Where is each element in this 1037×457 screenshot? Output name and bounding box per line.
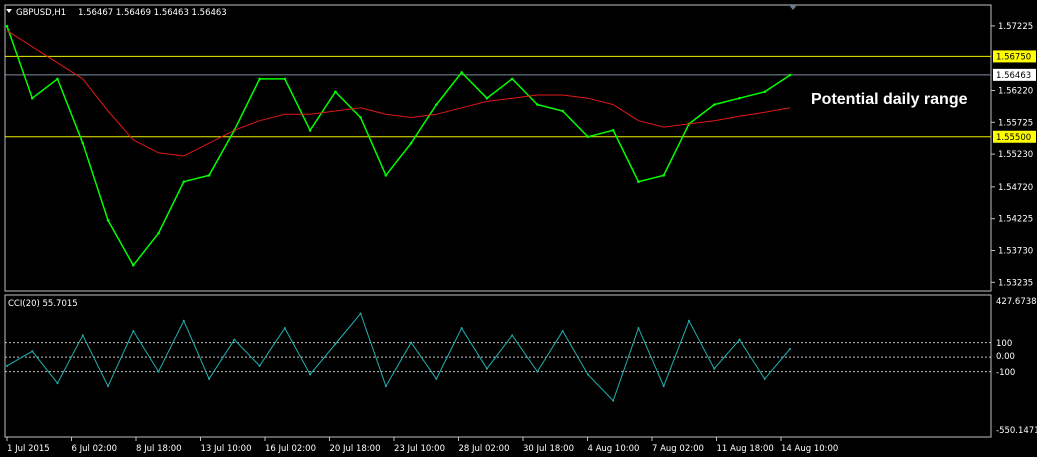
price-point [334, 90, 337, 94]
time-tick-label: 23 Jul 10:00 [394, 444, 445, 454]
price-tick-label: 1.54225 [998, 215, 1033, 225]
price-point [712, 103, 716, 106]
price-point [561, 109, 564, 113]
price-tick-label: 1.55725 [998, 118, 1033, 128]
ohlc-readout: 1.56467 1.56469 1.56463 1.56463 [78, 8, 227, 18]
price-point [81, 141, 85, 145]
cci-point [309, 373, 312, 376]
price-tick-label: 1.53235 [998, 278, 1033, 288]
price-point [409, 141, 413, 145]
cci-point [107, 385, 110, 388]
price-point [30, 96, 34, 100]
price-point [359, 116, 362, 119]
time-tick-label: 30 Jul 18:00 [523, 444, 574, 454]
price-point [637, 180, 640, 184]
price-tick-label: 1.57225 [998, 22, 1033, 32]
cci-point [511, 334, 514, 337]
annotation-text: Potential daily range [811, 91, 968, 108]
chart-background [0, 0, 1037, 457]
time-tick-label: 11 Aug 18:00 [717, 444, 774, 454]
cci-point [6, 364, 8, 367]
cci-point [485, 367, 488, 370]
price-point [283, 77, 287, 81]
cci-point [31, 350, 34, 353]
time-tick-label: 6 Jul 02:00 [72, 444, 118, 454]
time-tick-label: 8 Jul 18:00 [136, 444, 182, 454]
cci-min-label: -550.1471 [996, 426, 1037, 436]
range-badge-label: 1.56750 [996, 52, 1031, 62]
cci-point [738, 338, 741, 341]
cci-point [612, 399, 615, 402]
cci-point [384, 385, 387, 388]
cci-point [56, 382, 59, 385]
price-point [308, 129, 312, 132]
cci-point [132, 329, 135, 332]
price-point [738, 96, 741, 100]
cci-point [334, 343, 337, 346]
price-point [485, 96, 489, 100]
cci-point [283, 327, 286, 330]
cci-point [536, 370, 539, 373]
symbol-label: GBPUSD,H1 [16, 8, 66, 18]
cci-point [789, 348, 791, 351]
price-point [536, 103, 539, 106]
price-point [611, 129, 615, 132]
cci-point [233, 338, 236, 341]
cci-point [637, 327, 640, 330]
cci-point [208, 377, 211, 380]
cci-point [81, 334, 84, 337]
time-tick-label: 4 Aug 10:00 [588, 444, 640, 454]
price-tick-label: 1.53730 [998, 247, 1033, 257]
time-tick-label: 28 Jul 02:00 [459, 444, 510, 454]
time-tick-label: 14 Aug 10:00 [781, 444, 838, 454]
cci-max-label: 427.6738 [996, 297, 1037, 307]
price-point [510, 77, 514, 81]
cci-point [435, 377, 438, 380]
price-point [662, 174, 666, 177]
price-tick-label: 1.54720 [998, 183, 1033, 193]
price-point [258, 77, 261, 81]
range-badge-label: 1.55500 [996, 133, 1031, 143]
bid-badge-label: 1.56463 [996, 71, 1031, 81]
time-tick-label: 16 Jul 02:00 [265, 444, 316, 454]
cci-level-0: 0.00 [996, 352, 1015, 362]
price-point [788, 73, 792, 77]
time-tick-label: 20 Jul 18:00 [330, 444, 381, 454]
cci-point [182, 319, 185, 322]
cci-point [157, 370, 160, 373]
price-tick-label: 1.56220 [998, 86, 1033, 96]
cci-point [687, 319, 690, 322]
price-point [182, 180, 186, 184]
cci-point [662, 385, 665, 388]
cci-label: CCI(20) 55.7015 [8, 299, 78, 309]
price-point [131, 263, 135, 267]
time-tick-label: 13 Jul 10:00 [201, 444, 252, 454]
cci-point [713, 367, 716, 370]
time-tick-label: 7 Aug 02:00 [652, 444, 704, 454]
cci-point [561, 329, 564, 332]
price-point [384, 174, 388, 177]
price-point [157, 231, 160, 235]
cci-point [410, 341, 413, 344]
price-point [56, 77, 59, 81]
price-point [106, 219, 110, 222]
price-point [586, 135, 590, 139]
price-point [207, 174, 211, 177]
price-tick-label: 1.55230 [998, 150, 1033, 160]
cci-point [586, 373, 589, 376]
time-tick-label: 1 Jul 2015 [7, 444, 50, 454]
price-point [763, 90, 767, 94]
chart-canvas: 1.56750 1.55500 1.56463 1.57225 1.56220 1.557… [0, 0, 1037, 457]
cci-point [763, 377, 766, 380]
cci-level-100: 100 [996, 339, 1012, 349]
price-point [435, 103, 438, 106]
price-point [460, 71, 463, 74]
cci-level-minus-100: -100 [996, 368, 1015, 378]
cci-point [460, 327, 463, 330]
cci-point [359, 312, 362, 315]
price-point [5, 24, 9, 28]
cci-point [258, 364, 261, 367]
